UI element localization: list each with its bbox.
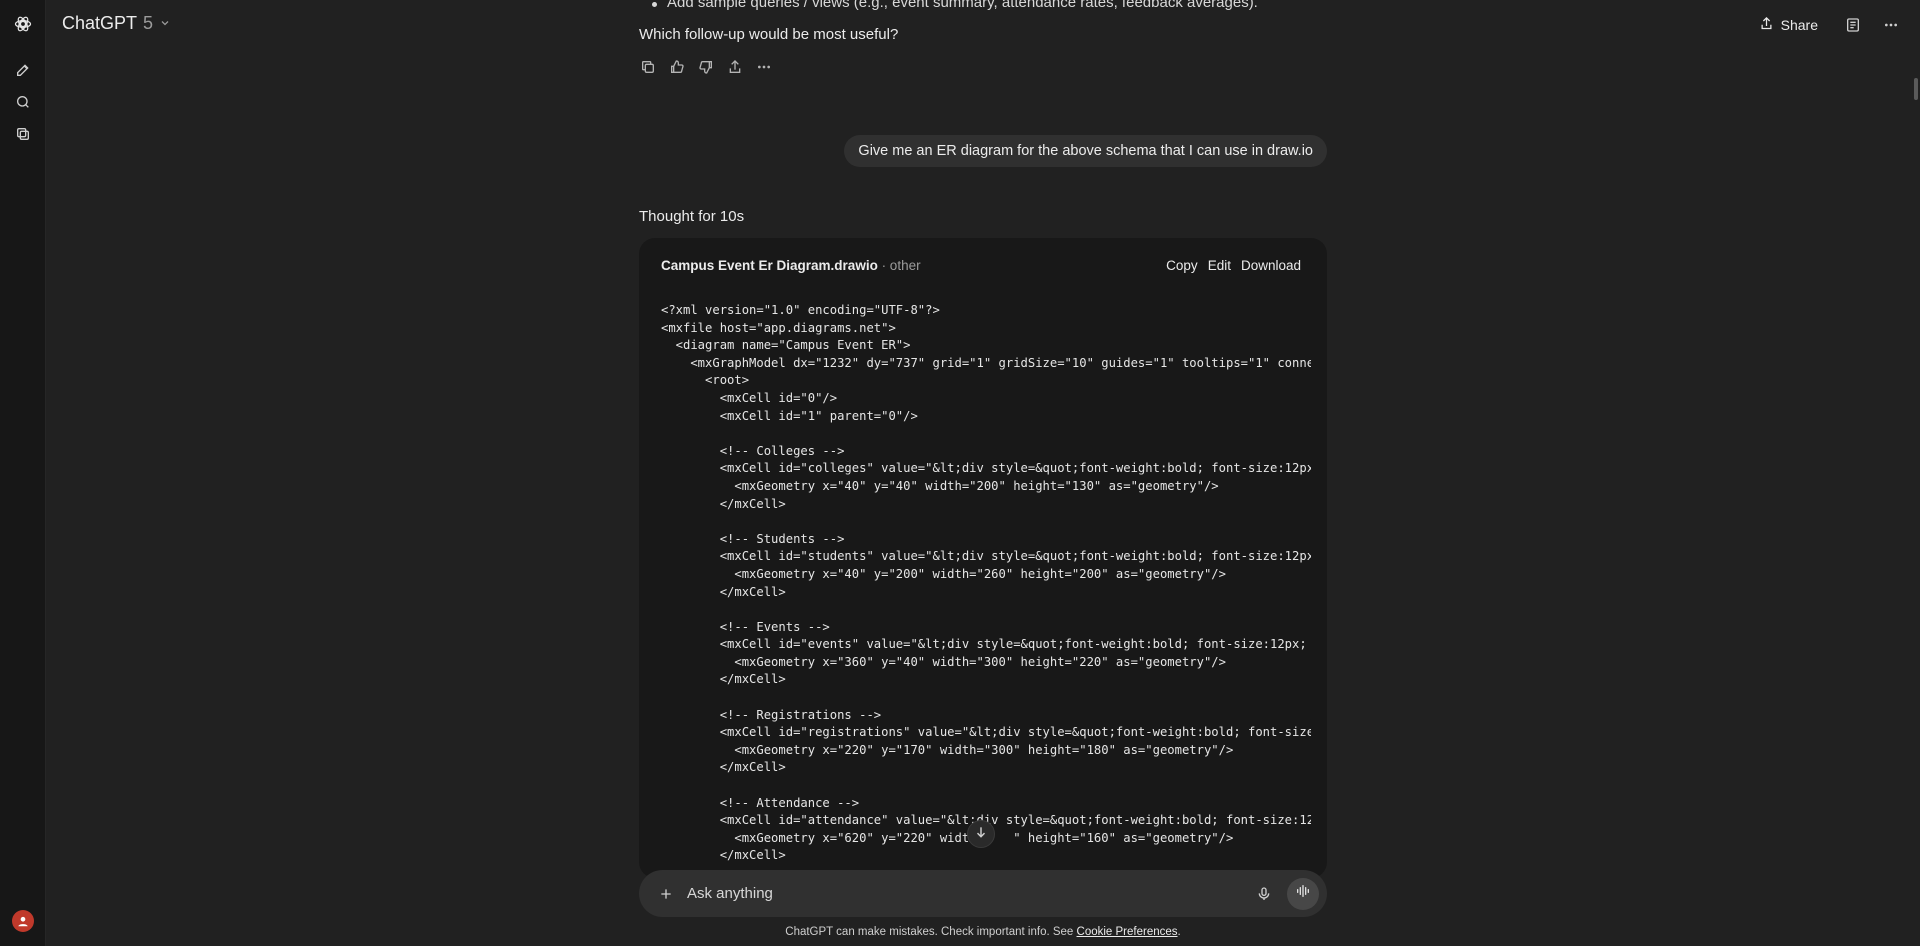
disclaimer-end: . [1177,926,1181,938]
library-icon[interactable] [13,124,33,144]
code-line: <mxCell id="colleges" value="&lt;div sty… [661,461,1311,476]
code-line: <mxCell id="students" value="&lt;div sty… [661,549,1311,564]
share-button[interactable]: Share [1751,12,1826,38]
chevron-down-icon [159,13,171,34]
thought-duration-label[interactable]: Thought for 10s [639,208,1327,225]
code-line: <mxCell id="registrations" value="&lt;di… [661,725,1311,740]
download-button[interactable]: Download [1241,258,1301,273]
header-actions: Share [1751,12,1902,38]
canvas-actions: Copy Edit Download [1166,258,1301,273]
cookie-preferences-link[interactable]: Cookie Preferences [1077,926,1178,938]
followup-question: Which follow-up would be most useful? [639,26,899,43]
code-line: <mxCell id="1" parent="0"/> [661,408,918,423]
code-line: <?xml version="1.0" encoding="UTF-8"?> [661,303,940,317]
new-chat-icon[interactable] [13,60,33,80]
code-line: </mxCell> [661,760,786,775]
more-actions-icon[interactable] [755,58,773,76]
search-icon[interactable] [13,92,33,112]
page-scrollbar[interactable] [1914,78,1918,100]
code-line: <!-- Registrations --> [661,707,882,722]
share-icon [1759,16,1774,34]
code-line: </mxCell> [661,584,786,599]
footer-disclaimer: ChatGPT can make mistakes. Check importa… [0,926,1920,938]
arrow-down-icon [974,825,988,844]
canvas-title: Campus Event Er Diagram.drawio · other [661,258,921,273]
add-attachment-icon[interactable] [655,883,677,905]
code-line: <mxGeometry x="40" y="200" width="260" h… [661,566,1226,581]
sidebar-rail [0,0,46,946]
canvas-file-kind: · other [877,258,921,273]
code-line: </mxCell> [661,672,786,687]
message-actions [639,58,1327,76]
code-line: <!-- Events --> [661,619,830,634]
code-line: <mxGeometry x="40" y="40" width="200" he… [661,478,1219,493]
list-item: Add sample queries / views (e.g., event … [639,0,1327,11]
code-line: <mxCell id="0"/> [661,390,838,405]
code-line: <diagram name="Campus Event ER"> [661,338,911,353]
more-options-icon[interactable] [1880,14,1902,36]
share-message-icon[interactable] [726,58,744,76]
microphone-icon[interactable] [1253,883,1275,905]
disclaimer-text: ChatGPT can make mistakes. Check importa… [785,926,1077,938]
code-block[interactable]: <?xml version="1.0" encoding="UTF-8"?> <m… [661,302,1311,865]
message-input[interactable] [687,885,1253,902]
canvas-header: Campus Event Er Diagram.drawio · other C… [661,258,1301,273]
canvas-panel-icon[interactable] [1842,14,1864,36]
voice-waveform-icon [1295,883,1311,904]
code-line: <mxCell id="events" value="&lt;div style… [661,637,1311,652]
thumbs-up-icon[interactable] [668,58,686,76]
code-line: <root> [661,373,750,388]
code-line: <!-- Attendance --> [661,795,860,810]
message-composer [639,870,1327,917]
edit-button[interactable]: Edit [1208,258,1231,273]
code-line: <mxfile host="app.diagrams.net"> [661,320,896,335]
thumbs-down-icon[interactable] [697,58,715,76]
code-line: <mxGraphModel dx="1232" dy="737" grid="1… [661,355,1311,370]
code-line: <mxGeometry x="220" y="170" width="300" … [661,742,1234,757]
app-title: ChatGPT [62,13,138,33]
scroll-to-bottom-button[interactable] [967,820,995,848]
copy-icon[interactable] [639,58,657,76]
openai-logo-icon[interactable] [13,14,33,34]
code-line: </mxCell> [661,496,786,511]
code-line: <!-- Students --> [661,531,845,546]
voice-mode-button[interactable] [1287,877,1319,910]
model-selector[interactable]: ChatGPT 5 [62,13,171,34]
copy-button[interactable]: Copy [1166,258,1198,273]
user-message-bubble: Give me an ER diagram for the above sche… [844,135,1327,167]
model-version: 5 [143,13,154,33]
code-line: </mxCell> [661,848,786,863]
code-line: <mxGeometry x="360" y="40" width="300" h… [661,654,1226,669]
code-line: <!-- Colleges --> [661,443,845,458]
canvas-filename: Campus Event Er Diagram.drawio [661,258,878,273]
share-label: Share [1780,17,1818,33]
code-canvas: Campus Event Er Diagram.drawio · other C… [639,238,1327,878]
